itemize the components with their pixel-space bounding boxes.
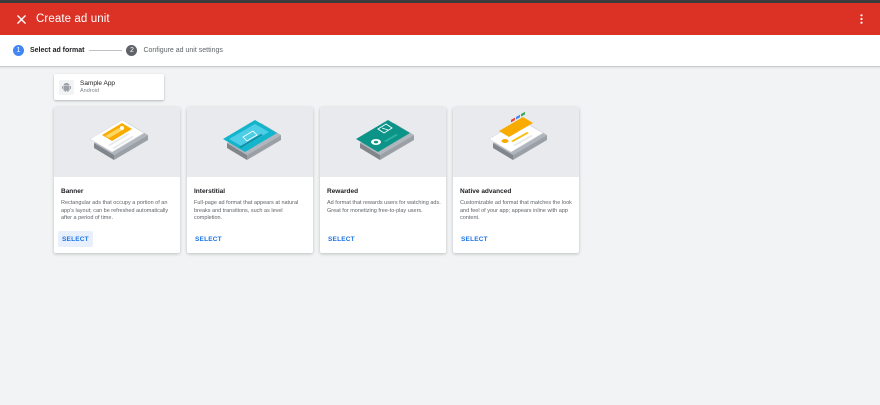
card-description: Full-page ad format that appears at natu… [194, 200, 299, 222]
top-app-bar: Create ad unit [0, 0, 880, 35]
card-title: Banner [61, 188, 84, 195]
app-selector[interactable]: Sample App Android [54, 74, 164, 100]
select-button[interactable]: SELECT [324, 231, 359, 247]
card-title: Rewarded [327, 188, 359, 195]
page-title: Create ad unit [36, 13, 110, 25]
card-title: Native advanced [460, 188, 512, 195]
format-card-native-advanced[interactable]: Native advanced Customizable ad format t… [453, 107, 579, 253]
step-configure-settings[interactable]: 2 Configure ad unit settings [126, 45, 223, 56]
format-card-rewarded[interactable]: Rewarded Ad format that rewards users fo… [320, 107, 446, 253]
step-label: Configure ad unit settings [143, 47, 223, 54]
step-number: 1 [13, 45, 24, 56]
format-card-interstitial[interactable]: Interstitial Full-page ad format that ap… [187, 107, 313, 253]
card-description: Rectangular ads that occupy a portion of… [61, 200, 169, 222]
app-platform: Android [80, 87, 99, 94]
android-icon [59, 79, 74, 95]
format-card-banner[interactable]: Banner Rectangular ads that occupy a por… [54, 107, 180, 253]
step-connector [89, 50, 123, 51]
rewarded-illustration [320, 107, 446, 177]
stepper: 1 Select ad format 2 Configure ad unit s… [0, 35, 880, 67]
step-select-ad-format[interactable]: 1 Select ad format [13, 45, 84, 56]
step-label: Select ad format [30, 47, 85, 54]
select-button[interactable]: SELECT [191, 231, 226, 247]
banner-illustration [54, 107, 180, 177]
card-title: Interstitial [194, 188, 226, 195]
select-button[interactable]: SELECT [457, 231, 492, 247]
step-number: 2 [126, 45, 138, 56]
native-illustration [453, 107, 579, 177]
app-name: Sample App [80, 80, 116, 88]
more-vert-icon[interactable] [856, 12, 866, 26]
card-description: Ad format that rewards users for watchin… [327, 200, 441, 214]
close-icon[interactable] [12, 10, 30, 28]
interstitial-illustration [187, 107, 313, 177]
select-button[interactable]: SELECT [58, 231, 93, 247]
card-description: Customizable ad format that matches the … [460, 200, 572, 222]
